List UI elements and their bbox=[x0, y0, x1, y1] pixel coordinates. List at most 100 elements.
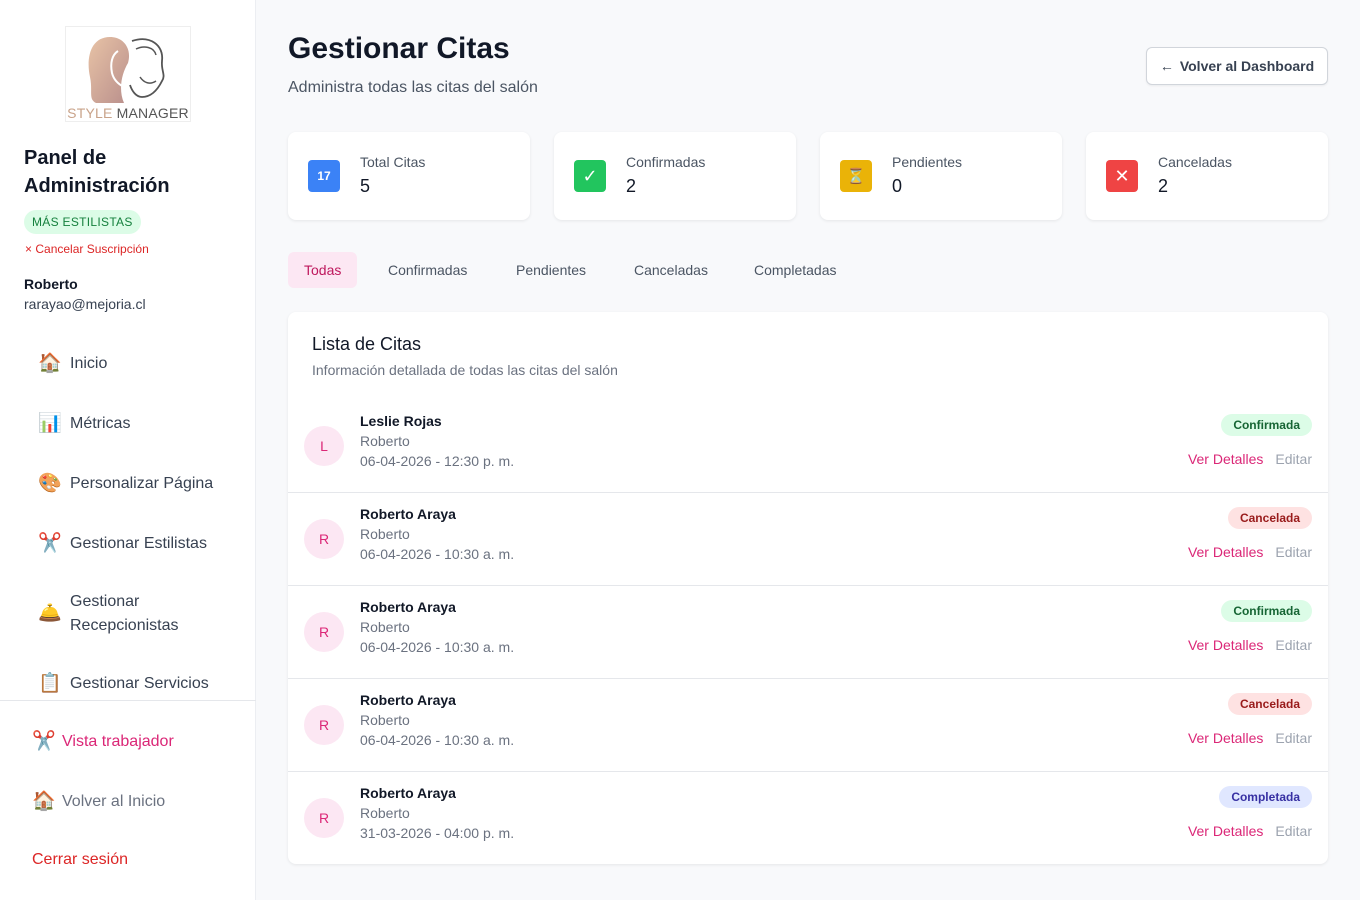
stat-card-total: 17 Total Citas 5 bbox=[288, 132, 530, 220]
appointment-row: R Roberto Araya Roberto 06-04-2026 - 10:… bbox=[288, 493, 1328, 586]
sidebar-nav: 🏠 Inicio 📊 Métricas 🎨 Personalizar Págin… bbox=[0, 334, 256, 699]
avatar: R bbox=[304, 705, 344, 745]
bell-icon: 🛎️ bbox=[38, 603, 62, 624]
row-actions: Ver Detalles Editar bbox=[1188, 730, 1312, 746]
sidebar: STYLE MANAGER Panel de Administración MÁ… bbox=[0, 0, 256, 900]
row-actions: Ver Detalles Editar bbox=[1188, 451, 1312, 467]
close-icon: × bbox=[25, 242, 33, 256]
edit-link[interactable]: Editar bbox=[1275, 451, 1312, 467]
cross-icon: ✕ bbox=[1106, 160, 1138, 192]
appointment-datetime: 06-04-2026 - 10:30 a. m. bbox=[360, 639, 515, 655]
sidebar-item-label: Inicio bbox=[70, 355, 108, 372]
panel-title: Panel de Administración bbox=[24, 147, 170, 197]
tab-pendientes[interactable]: Pendientes bbox=[500, 252, 602, 288]
appointments-list-card: Lista de Citas Información detallada de … bbox=[288, 312, 1328, 864]
view-details-link[interactable]: Ver Detalles bbox=[1188, 637, 1263, 653]
sidebar-item-servicios[interactable]: 📋 Gestionar Servicios bbox=[38, 672, 238, 696]
avatar: L bbox=[304, 426, 344, 466]
sidebar-item-metricas[interactable]: 📊 Métricas bbox=[38, 412, 238, 436]
scissors-icon: ✂️ bbox=[38, 533, 62, 554]
plan-badge: MÁS ESTILISTAS bbox=[24, 210, 141, 234]
hourglass-icon: ⏳ bbox=[840, 160, 872, 192]
stat-label: Total Citas bbox=[360, 154, 426, 170]
calendar-icon: 17 bbox=[308, 160, 340, 192]
avatar: R bbox=[304, 612, 344, 652]
row-actions: Ver Detalles Editar bbox=[1188, 637, 1312, 653]
style-manager-logo: STYLE MANAGER bbox=[65, 26, 191, 122]
client-name: Roberto Araya bbox=[360, 506, 456, 522]
appointment-datetime: 06-04-2026 - 10:30 a. m. bbox=[360, 732, 515, 748]
stat-card-confirmadas: ✓ Confirmadas 2 bbox=[554, 132, 796, 220]
stylist-name: Roberto bbox=[360, 619, 410, 635]
stat-value: 2 bbox=[1158, 176, 1169, 196]
sidebar-item-label: Gestionar Recepcionistas bbox=[70, 593, 179, 634]
stat-value: 0 bbox=[892, 176, 903, 196]
clipboard-icon: 📋 bbox=[38, 673, 62, 694]
stylist-name: Roberto bbox=[360, 712, 410, 728]
arrow-left-icon: ← bbox=[1159, 58, 1174, 74]
avatar: R bbox=[304, 519, 344, 559]
appointment-row: L Leslie Rojas Roberto 06-04-2026 - 12:3… bbox=[288, 400, 1328, 493]
status-badge: Cancelada bbox=[1227, 507, 1312, 529]
appointment-row: R Roberto Araya Roberto 06-04-2026 - 10:… bbox=[288, 586, 1328, 679]
tab-confirmadas[interactable]: Confirmadas bbox=[372, 252, 483, 288]
sidebar-divider bbox=[0, 700, 256, 701]
stat-label: Pendientes bbox=[892, 154, 963, 170]
edit-link[interactable]: Editar bbox=[1275, 637, 1312, 653]
edit-link[interactable]: Editar bbox=[1275, 730, 1312, 746]
logo-text: STYLE MANAGER bbox=[67, 105, 189, 121]
appointment-datetime: 06-04-2026 - 10:30 a. m. bbox=[360, 546, 515, 562]
stat-value: 5 bbox=[360, 176, 371, 196]
page-subtitle: Administra todas las citas del salón bbox=[288, 79, 538, 96]
cancel-subscription-link[interactable]: × Cancelar Suscripción bbox=[25, 242, 149, 256]
view-details-link[interactable]: Ver Detalles bbox=[1188, 451, 1263, 467]
stylist-name: Roberto bbox=[360, 433, 410, 449]
user-name: Roberto bbox=[24, 276, 78, 292]
list-subtitle: Información detallada de todas las citas… bbox=[312, 362, 618, 378]
house-icon: 🏠 bbox=[38, 353, 62, 374]
edit-link[interactable]: Editar bbox=[1275, 544, 1312, 560]
tab-canceladas[interactable]: Canceladas bbox=[618, 252, 724, 288]
stylist-name: Roberto bbox=[360, 526, 410, 542]
tab-todas[interactable]: Todas bbox=[288, 252, 358, 288]
edit-link[interactable]: Editar bbox=[1275, 823, 1312, 839]
sidebar-item-estilistas[interactable]: ✂️ Gestionar Estilistas bbox=[38, 532, 238, 556]
status-badge: Confirmada bbox=[1221, 600, 1312, 622]
palette-icon: 🎨 bbox=[38, 473, 62, 494]
status-badge: Confirmada bbox=[1221, 414, 1312, 436]
sidebar-item-label: Métricas bbox=[70, 415, 131, 432]
client-name: Leslie Rojas bbox=[360, 413, 442, 429]
scissors-icon: ✂️ bbox=[32, 731, 56, 752]
status-badge: Cancelada bbox=[1227, 693, 1312, 715]
status-badge: Completada bbox=[1219, 786, 1312, 808]
client-name: Roberto Araya bbox=[360, 785, 456, 801]
logo-faces-icon bbox=[88, 37, 165, 103]
stat-label: Confirmadas bbox=[626, 154, 706, 170]
view-details-link[interactable]: Ver Detalles bbox=[1188, 823, 1263, 839]
stat-value: 2 bbox=[626, 176, 637, 196]
view-details-link[interactable]: Ver Detalles bbox=[1188, 544, 1263, 560]
stylist-name: Roberto bbox=[360, 805, 410, 821]
house-icon: 🏠 bbox=[32, 791, 56, 812]
stat-card-pendientes: ⏳ Pendientes 0 bbox=[820, 132, 1062, 220]
sidebar-item-inicio[interactable]: 🏠 Inicio bbox=[38, 352, 238, 376]
back-to-dashboard-button[interactable]: ← Volver al Dashboard bbox=[1146, 47, 1328, 85]
row-actions: Ver Detalles Editar bbox=[1188, 823, 1312, 839]
avatar: R bbox=[304, 798, 344, 838]
sidebar-item-recepcionistas[interactable]: 🛎️ Gestionar Recepcionistas bbox=[38, 590, 208, 638]
worker-view-link[interactable]: ✂️ Vista trabajador bbox=[32, 730, 174, 754]
back-home-label: Volver al Inicio bbox=[62, 793, 166, 810]
back-home-link[interactable]: 🏠 Volver al Inicio bbox=[32, 790, 165, 814]
sidebar-item-personalizar[interactable]: 🎨 Personalizar Página bbox=[38, 472, 238, 496]
back-to-dashboard-label: Volver al Dashboard bbox=[1179, 58, 1315, 74]
sidebar-item-label: Personalizar Página bbox=[70, 475, 214, 492]
appointment-row: R Roberto Araya Roberto 06-04-2026 - 10:… bbox=[288, 679, 1328, 772]
logout-button[interactable]: Cerrar sesión bbox=[32, 848, 128, 872]
appointment-datetime: 06-04-2026 - 12:30 p. m. bbox=[360, 453, 515, 469]
stat-label: Canceladas bbox=[1158, 154, 1232, 170]
client-name: Roberto Araya bbox=[360, 599, 456, 615]
view-details-link[interactable]: Ver Detalles bbox=[1188, 730, 1263, 746]
tab-completadas[interactable]: Completadas bbox=[738, 252, 853, 288]
bar-chart-icon: 📊 bbox=[38, 413, 62, 434]
appointment-datetime: 31-03-2026 - 04:00 p. m. bbox=[360, 825, 515, 841]
